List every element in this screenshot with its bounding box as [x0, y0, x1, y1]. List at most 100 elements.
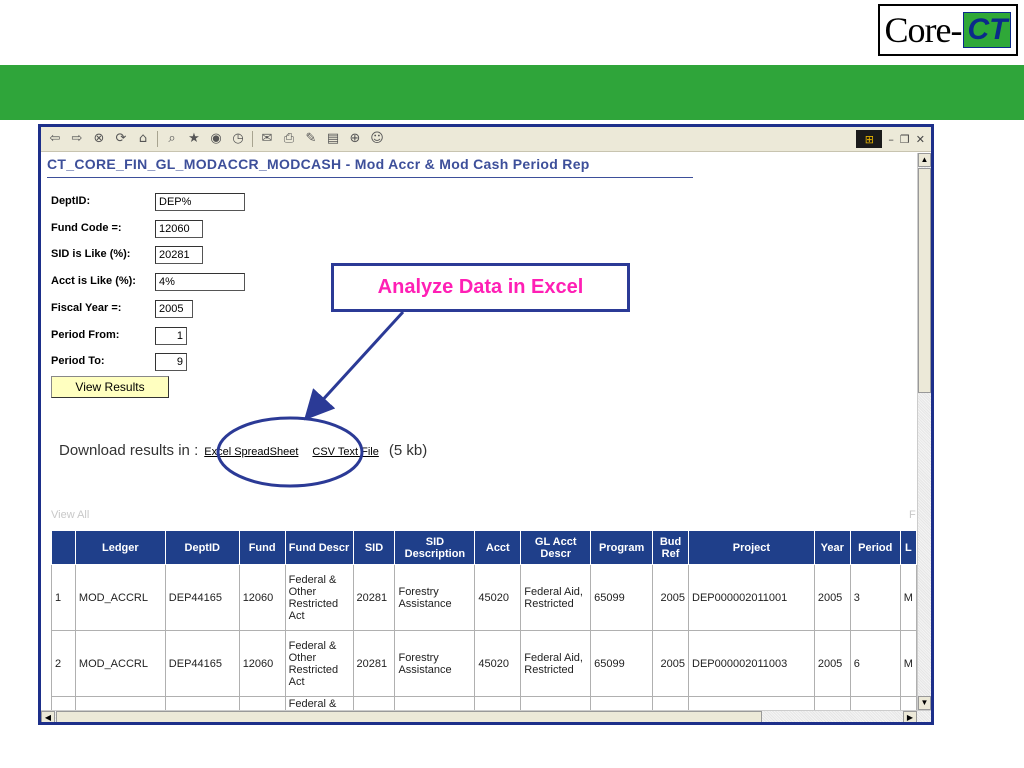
column-header[interactable]: Fund Descr: [284, 530, 354, 565]
home-icon[interactable]: ⌂: [135, 131, 151, 147]
table-cell: 20281: [352, 564, 396, 631]
analyze-callout-box: Analyze Data in Excel: [331, 263, 630, 312]
table-cell: 65099: [590, 630, 654, 697]
table-cell: [849, 696, 901, 710]
table-cell: 1: [51, 564, 76, 631]
forward-icon[interactable]: ⇨: [69, 131, 85, 147]
print-icon[interactable]: ⎙: [281, 131, 297, 147]
table-cell: 65099: [590, 564, 654, 631]
header-band: [0, 65, 1024, 120]
messenger-icon[interactable]: ☺: [369, 131, 385, 147]
column-header[interactable]: Fund: [238, 530, 286, 565]
table-cell: 3: [849, 564, 901, 631]
restore-icon[interactable]: ❐: [900, 133, 910, 146]
excel-spreadsheet-link[interactable]: Excel SpreadSheet: [204, 446, 298, 458]
logo-core-text: Core-: [884, 10, 963, 50]
acct-input[interactable]: [155, 273, 245, 291]
table-cell: Federal & Other Restricted Act: [284, 630, 354, 697]
table-cell: [899, 696, 917, 710]
column-header[interactable]: Year: [813, 530, 851, 565]
dept-label: DeptID:: [51, 195, 91, 207]
research-icon[interactable]: ⊕: [347, 131, 363, 147]
stop-icon[interactable]: ⊗: [91, 131, 107, 147]
table-cell: [520, 696, 592, 710]
column-header[interactable]: Ledger: [74, 530, 166, 565]
column-header[interactable]: L: [899, 530, 917, 565]
year-input[interactable]: [155, 300, 193, 318]
scroll-down-icon[interactable]: ▼: [918, 696, 931, 710]
logo-ct-text: CT: [963, 12, 1012, 48]
table-cell: 6: [849, 630, 901, 697]
history-icon[interactable]: ◷: [230, 131, 246, 147]
period-from-input[interactable]: [155, 327, 187, 345]
discuss-icon[interactable]: ▤: [325, 131, 341, 147]
column-header: [51, 530, 76, 565]
table-cell: MOD_ACCRL: [74, 564, 166, 631]
table-cell: Federal Aid, Restricted: [520, 564, 592, 631]
acct-label: Acct is Like (%):: [51, 275, 136, 287]
view-results-button[interactable]: View Results: [51, 376, 169, 398]
horizontal-scrollbar[interactable]: ◀ ▶: [41, 710, 931, 722]
table-cell: [590, 696, 654, 710]
search-icon[interactable]: ⌕: [164, 131, 180, 147]
table-row: 1 MOD_ACCRL DEP44165 12060 Federal & Oth…: [51, 564, 917, 631]
column-header[interactable]: Program: [590, 530, 654, 565]
results-table: Ledger DeptID Fund Fund Descr SID SID De…: [51, 530, 917, 710]
fund-input[interactable]: [155, 220, 203, 238]
minimize-icon[interactable]: –: [888, 133, 894, 146]
browser-toolbar: ⇦ ⇨ ⊗ ⟳ ⌂ ⌕ ★ ◉ ◷ ✉ ⎙ ✎ ▤ ⊕ ☺ ⊞ – ❐ ✕: [41, 127, 931, 152]
scroll-up-icon[interactable]: ▲: [918, 153, 931, 167]
column-header[interactable]: Project: [688, 530, 815, 565]
slide: Core- CT ⇦ ⇨ ⊗ ⟳ ⌂ ⌕ ★ ◉ ◷ ✉ ⎙ ✎ ▤ ⊕ ☺ ⊞…: [0, 0, 1024, 768]
vertical-scrollbar[interactable]: ▲ ▼: [917, 153, 931, 710]
table-row: Federal &: [51, 696, 917, 710]
table-cell: Forestry Assistance: [394, 630, 476, 697]
period-to-label: Period To:: [51, 355, 105, 367]
horizontal-scroll-thumb[interactable]: [56, 711, 762, 722]
table-cell: DEP000002011001: [688, 564, 815, 631]
year-label: Fiscal Year =:: [51, 302, 122, 314]
column-header[interactable]: Acct: [474, 530, 522, 565]
column-header[interactable]: SID Description: [394, 530, 476, 565]
toolbar-divider: [252, 131, 253, 147]
table-cell: Federal &: [284, 696, 354, 710]
favorites-icon[interactable]: ★: [186, 131, 202, 147]
column-header[interactable]: Period: [849, 530, 901, 565]
column-header[interactable]: GL Acct Descr: [520, 530, 592, 565]
table-cell: [813, 696, 851, 710]
view-all-link[interactable]: View All: [51, 509, 89, 521]
table-cell: 20281: [352, 630, 396, 697]
table-cell: 45020: [474, 564, 522, 631]
media-icon[interactable]: ◉: [208, 131, 224, 147]
table-cell: DEP44165: [164, 564, 240, 631]
table-cell: Forestry Assistance: [394, 564, 476, 631]
scroll-left-icon[interactable]: ◀: [41, 711, 55, 722]
csv-text-file-link[interactable]: CSV Text File: [312, 446, 378, 458]
refresh-icon[interactable]: ⟳: [113, 131, 129, 147]
browser-window: ⇦ ⇨ ⊗ ⟳ ⌂ ⌕ ★ ◉ ◷ ✉ ⎙ ✎ ▤ ⊕ ☺ ⊞ – ❐ ✕ CT…: [38, 124, 934, 725]
back-icon[interactable]: ⇦: [47, 131, 63, 147]
table-row: 2 MOD_ACCRL DEP44165 12060 Federal & Oth…: [51, 630, 917, 697]
edit-icon[interactable]: ✎: [303, 131, 319, 147]
column-header[interactable]: SID: [352, 530, 396, 565]
table-cell: [394, 696, 476, 710]
table-cell: 2: [51, 630, 76, 697]
vertical-scroll-thumb[interactable]: [918, 168, 931, 393]
table-cell: MOD_ACCRL: [74, 630, 166, 697]
column-header[interactable]: Bud Ref: [652, 530, 690, 565]
title-divider: [47, 177, 693, 178]
close-icon[interactable]: ✕: [916, 133, 925, 146]
mail-icon[interactable]: ✉: [259, 131, 275, 147]
dept-input[interactable]: [155, 193, 245, 211]
period-to-input[interactable]: [155, 353, 187, 371]
table-cell: Federal Aid, Restricted: [520, 630, 592, 697]
table-cell: 2005: [652, 564, 690, 631]
table-cell: [238, 696, 286, 710]
scroll-right-icon[interactable]: ▶: [903, 711, 917, 722]
file-size: (5 kb): [388, 442, 428, 459]
table-cell: M: [899, 630, 917, 697]
sid-input[interactable]: [155, 246, 203, 264]
table-cell: [474, 696, 522, 710]
window-controls: ⊞ – ❐ ✕: [856, 130, 925, 148]
column-header[interactable]: DeptID: [164, 530, 240, 565]
